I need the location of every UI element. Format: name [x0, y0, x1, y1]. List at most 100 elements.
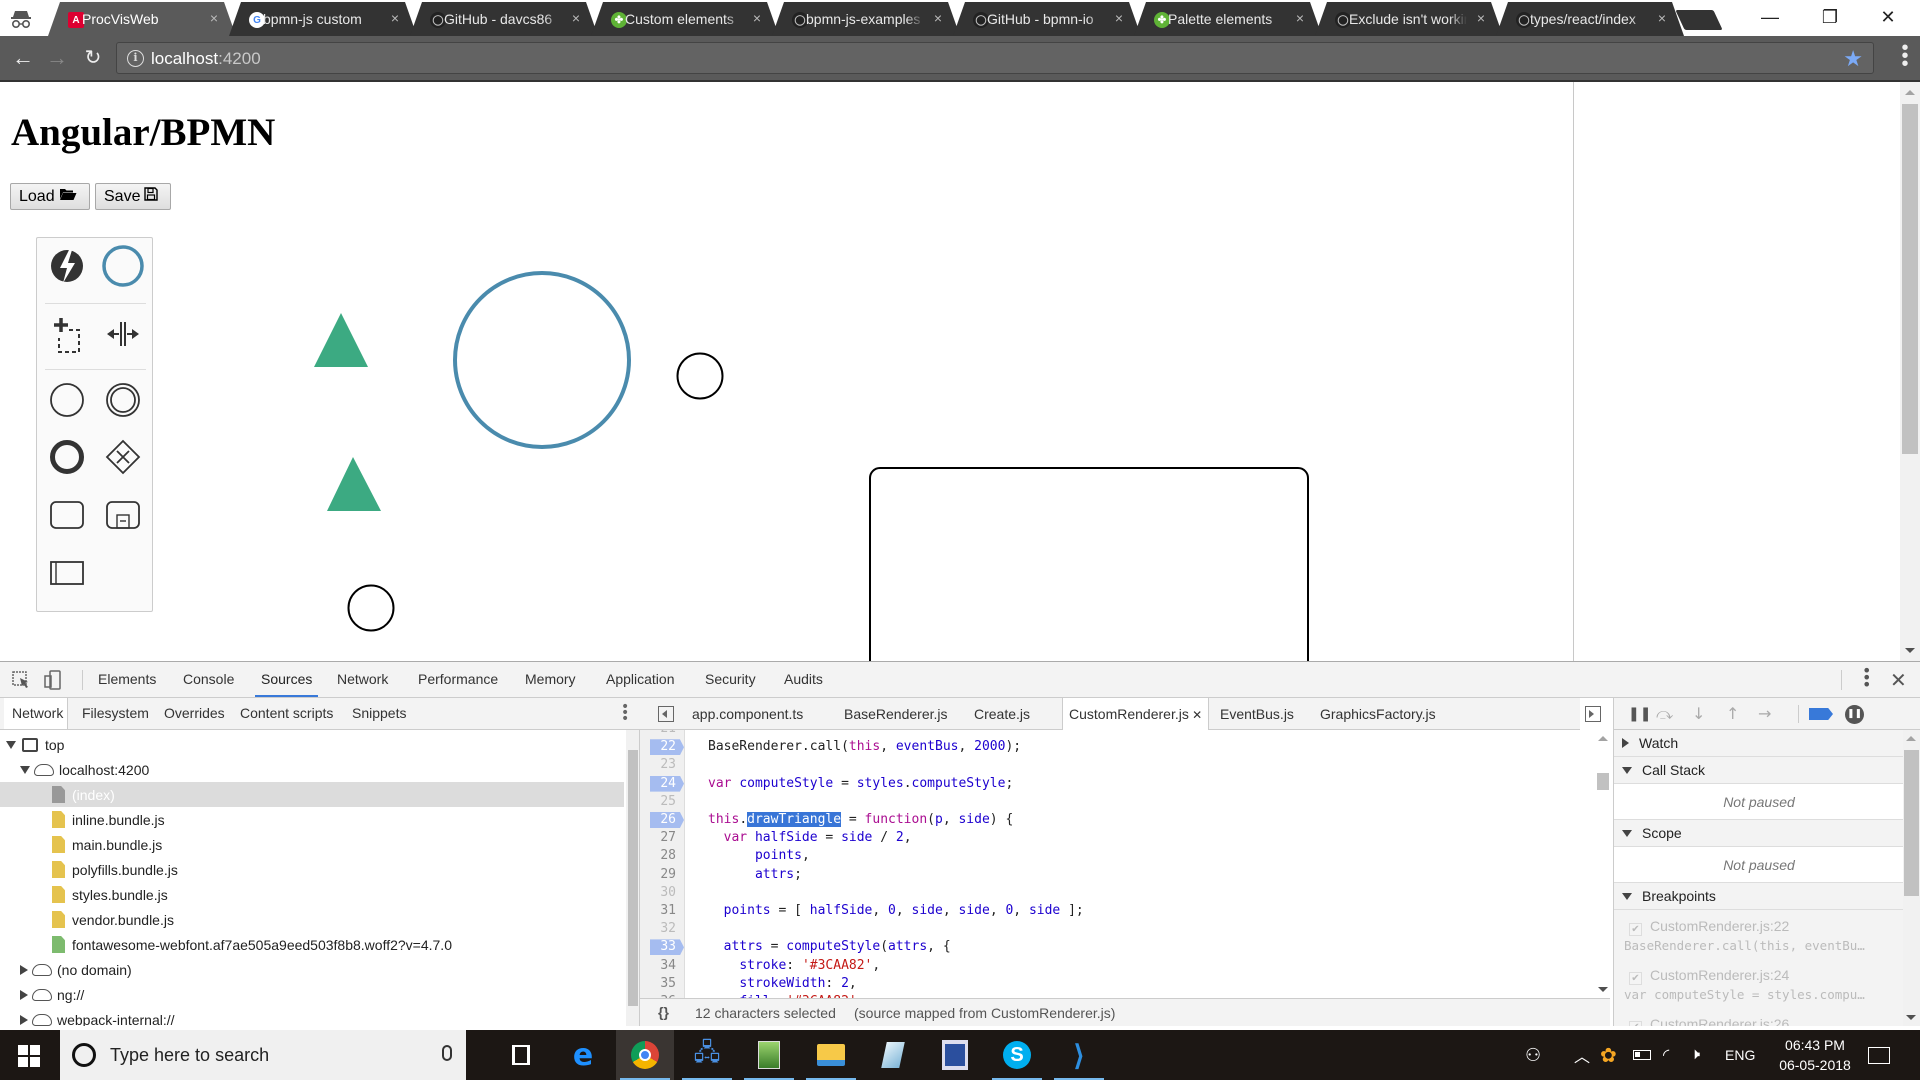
line-number[interactable]: 25 [650, 794, 684, 810]
wifi-button[interactable]: ◜ [1663, 1030, 1669, 1080]
browser-tab[interactable]: ✤ Palette elements × [1134, 2, 1322, 36]
info-icon[interactable]: i [127, 50, 144, 67]
line-number[interactable]: 32 [650, 921, 684, 937]
close-tab-icon[interactable]: ✕ [1189, 708, 1202, 722]
inspect-element-icon[interactable] [12, 671, 30, 693]
browser-tab[interactable]: ✤ Custom elements × [591, 2, 779, 36]
tray-app-button[interactable]: ✿ [1600, 1030, 1617, 1080]
tree-file[interactable]: polyfills.bundle.js [0, 857, 624, 882]
navigator-tab-filesystem[interactable]: Filesystem [82, 705, 149, 721]
new-tab-button[interactable] [1675, 10, 1723, 30]
volume-button[interactable]: 🕨 [1690, 1030, 1700, 1080]
editor-tab[interactable]: GraphicsFactory.js [1320, 706, 1436, 722]
code-line[interactable]: strokeWidth: 2, [708, 976, 856, 992]
page-scrollbar[interactable] [1900, 82, 1920, 661]
line-number[interactable]: 27 [650, 830, 684, 846]
code-line[interactable]: this.drawTriangle = function(p, side) { [708, 812, 1013, 828]
code-line[interactable]: points, [708, 848, 810, 864]
palette-gateway[interactable] [100, 434, 146, 480]
browser-tab[interactable]: ◯ Exclude isn't working × [1315, 2, 1503, 36]
tree-file[interactable]: vendor.bundle.js [0, 907, 624, 932]
tab-close-icon[interactable]: × [572, 10, 580, 26]
palette-end-event[interactable] [44, 434, 90, 480]
tab-close-icon[interactable]: × [1296, 10, 1304, 26]
taskbar-app-notepad-plus[interactable] [740, 1030, 798, 1080]
battery-button[interactable] [1633, 1030, 1651, 1080]
navigator-tab-snippets[interactable]: Snippets [352, 705, 406, 721]
checkbox-checked-icon[interactable]: ✔ [1629, 972, 1642, 985]
tree-frame-top[interactable]: top [0, 732, 624, 757]
back-button[interactable]: ← [10, 46, 36, 70]
expand-triangle-icon[interactable] [6, 740, 16, 749]
devtools-menu-button[interactable]: • • • [1862, 663, 1871, 693]
palette-intermediate-event[interactable] [100, 377, 146, 423]
palette-task[interactable] [44, 492, 90, 538]
line-number[interactable]: 23 [650, 757, 684, 773]
devtools-tab-audits[interactable]: Audits [784, 671, 823, 687]
tab-close-icon[interactable]: × [1658, 10, 1666, 26]
navigator-tab-overrides[interactable]: Overrides [164, 705, 225, 721]
palette-subprocess[interactable] [100, 492, 146, 538]
breakpoint-line-number[interactable]: 22 [650, 739, 684, 756]
step-over-button[interactable]: ⤼ [1656, 704, 1673, 724]
start-event-shape[interactable] [347, 584, 395, 632]
devtools-tab-sources[interactable]: Sources [254, 671, 319, 697]
toggle-debugger-icon[interactable] [1585, 706, 1601, 722]
breakpoint-line-number[interactable]: 26 [650, 812, 684, 828]
devtools-tab-application[interactable]: Application [606, 671, 675, 687]
navigator-tab-network[interactable]: Network [4, 698, 69, 729]
code-line[interactable]: attrs; [708, 867, 802, 883]
action-center-button[interactable] [1868, 1030, 1890, 1080]
tree-file[interactable]: inline.bundle.js [0, 807, 624, 832]
tab-close-icon[interactable]: × [934, 10, 942, 26]
tab-close-icon[interactable]: × [753, 10, 761, 26]
scrollbar-thumb[interactable] [1904, 750, 1919, 896]
pretty-print-icon[interactable]: {} [658, 1004, 669, 1020]
restore-button[interactable]: ❐ [1800, 0, 1860, 34]
step-into-button[interactable]: ↓ [1692, 704, 1705, 723]
taskbar-app-skype[interactable]: S [988, 1030, 1046, 1080]
show-hidden-icons-button[interactable]: ︿ [1574, 1030, 1590, 1080]
line-number[interactable]: 21 [650, 730, 684, 737]
people-button[interactable]: ⚇ [1525, 1030, 1541, 1080]
code-line[interactable]: BaseRenderer.call(this, eventBus, 2000); [708, 739, 1021, 755]
tree-file[interactable]: (index) [0, 782, 624, 807]
deactivate-breakpoints-button[interactable] [1809, 708, 1833, 720]
devtools-tab-elements[interactable]: Elements [98, 671, 156, 687]
checkbox-checked-icon[interactable]: ✔ [1629, 1021, 1642, 1026]
scrollbar-thumb[interactable] [1902, 104, 1918, 454]
scrollbar-thumb[interactable] [628, 750, 638, 1006]
browser-tab[interactable]: ◯ GitHub - davcs86 × [410, 2, 598, 36]
scope-section-header[interactable]: Scope [1614, 820, 1903, 847]
browser-tab[interactable]: ◯ bpmn-js-examples × [772, 2, 960, 36]
code-line[interactable]: var computeStyle = styles.computeStyle; [708, 776, 1013, 792]
expand-triangle-icon[interactable] [20, 765, 30, 774]
tab-close-icon[interactable]: × [210, 10, 218, 26]
scrollbar-thumb[interactable] [1597, 773, 1609, 790]
tree-file[interactable]: main.bundle.js [0, 832, 624, 857]
editor-scrollbar[interactable] [1596, 730, 1610, 998]
collapsed-triangle-icon[interactable] [20, 1014, 28, 1025]
source-map-status[interactable]: (source mapped from CustomRenderer.js) [854, 1005, 1115, 1021]
browser-tab[interactable]: ◯ GitHub - bpmn-io × [953, 2, 1141, 36]
tree-file[interactable]: fontawesome-webfont.af7ae505a9eed503f8b8… [0, 932, 624, 957]
editor-tab[interactable]: BaseRenderer.js [844, 706, 948, 722]
scroll-down-icon[interactable] [1598, 987, 1608, 992]
start-button[interactable] [18, 1045, 40, 1067]
devtools-tab-memory[interactable]: Memory [525, 671, 576, 687]
line-number[interactable]: 34 [650, 958, 684, 974]
tree-domain[interactable]: ng:// [0, 982, 624, 1007]
devtools-tab-performance[interactable]: Performance [418, 671, 498, 687]
navigator-menu-button[interactable]: • • • [621, 700, 629, 726]
breakpoint-item[interactable]: ✔ CustomRenderer.js:22 [1624, 918, 1789, 936]
devtools-tab-network[interactable]: Network [337, 671, 388, 687]
sidebar-scrollbar[interactable] [1903, 730, 1920, 1026]
taskbar-app-notes[interactable] [864, 1030, 922, 1080]
toggle-navigator-icon[interactable] [658, 706, 674, 722]
breakpoint-line-number[interactable]: 24 [650, 775, 684, 792]
scroll-down-icon[interactable] [1906, 1015, 1916, 1020]
taskbar-app-network[interactable]: 🖧 [678, 1030, 736, 1080]
bpmn-canvas[interactable] [0, 82, 1573, 661]
custom-triangle-shape[interactable] [314, 313, 368, 367]
code-editor[interactable]: 21222324252627282930313233343536 BaseRen… [640, 730, 1580, 998]
